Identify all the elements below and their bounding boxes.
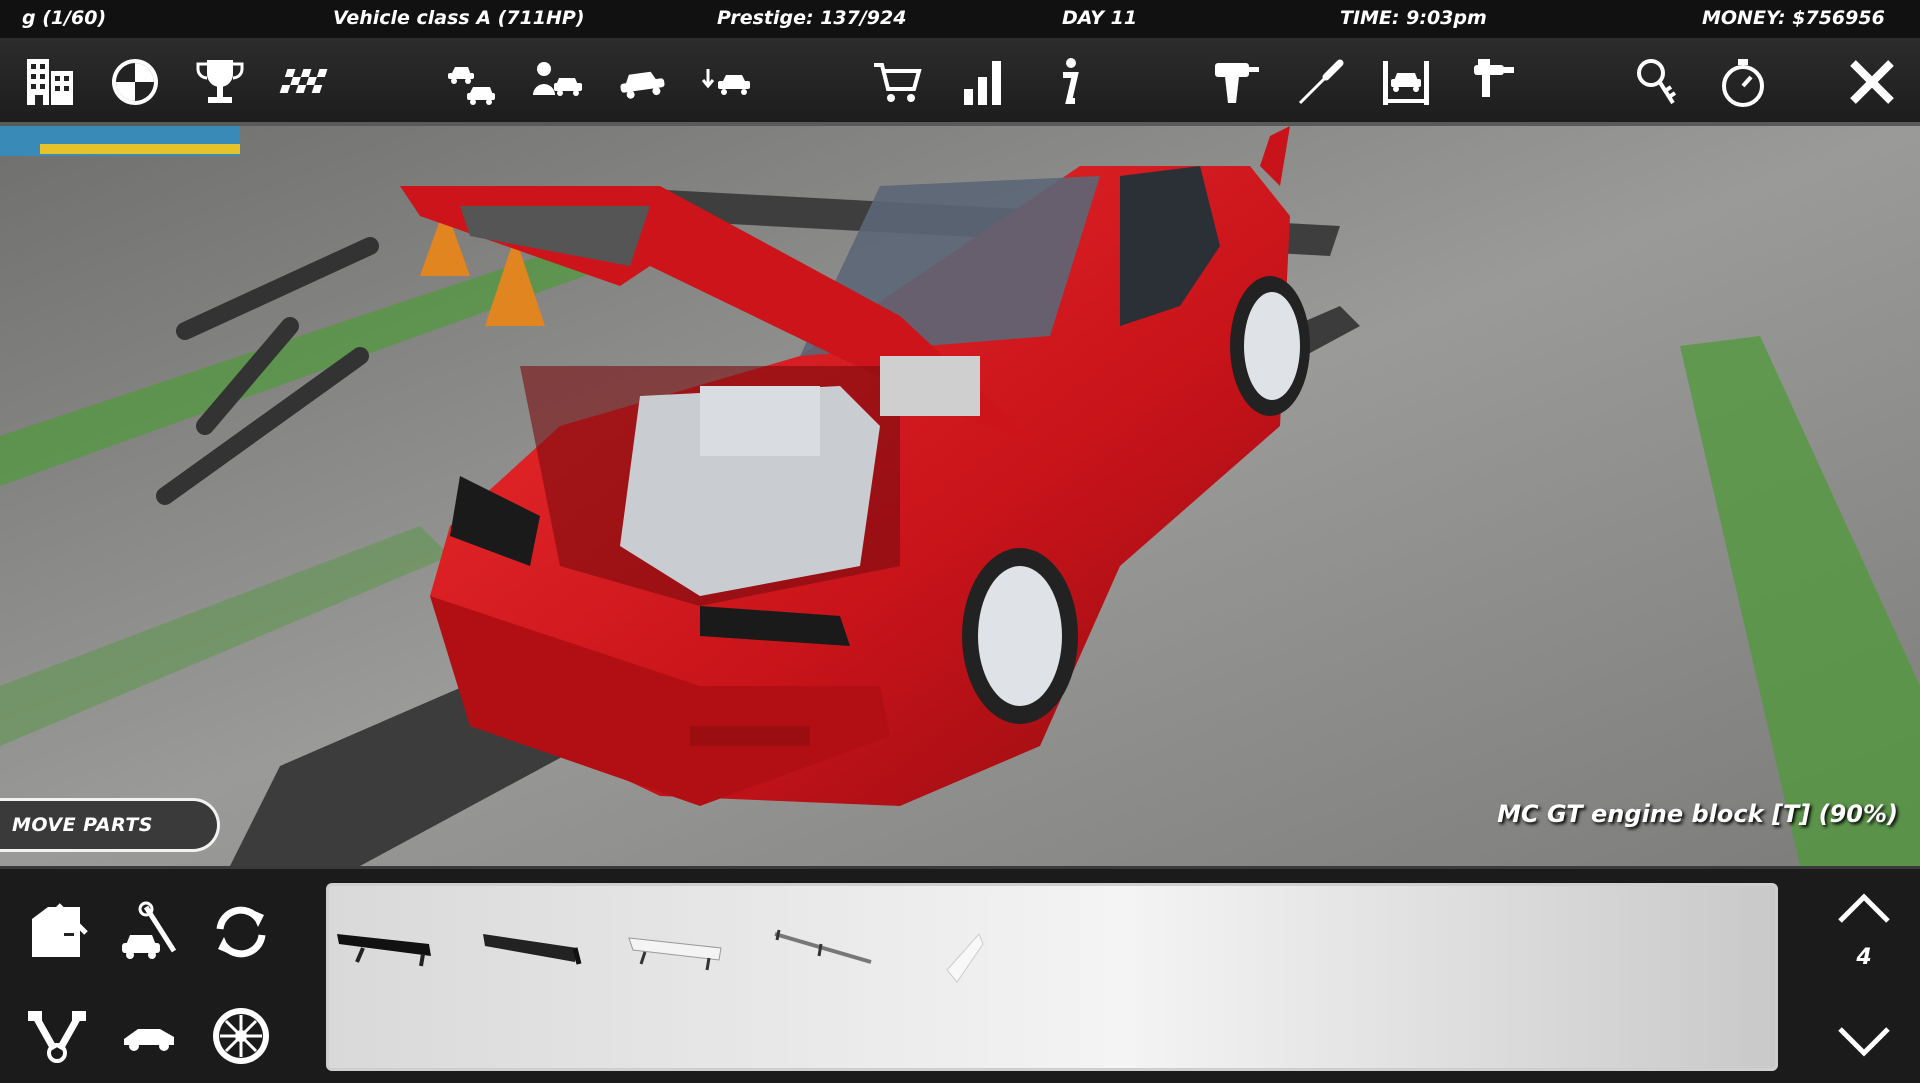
car-swap-icon[interactable] xyxy=(697,52,757,112)
money: MONEY: $756956 xyxy=(1702,7,1885,29)
prestige: Prestige: 137/924 xyxy=(717,7,907,29)
car-keys-icon[interactable] xyxy=(1628,52,1688,112)
chevron-up-icon xyxy=(1838,893,1890,923)
mission-counter: g (1/60) xyxy=(22,7,107,29)
garage-scene-render xyxy=(0,126,1920,866)
car-repair-icon[interactable] xyxy=(110,893,188,971)
parts-pager: 4 xyxy=(1808,869,1920,1083)
main-toolbar xyxy=(0,38,1920,126)
checkered-flag-icon[interactable] xyxy=(275,52,335,112)
car-crash-icon[interactable] xyxy=(612,52,672,112)
garage-building-icon[interactable] xyxy=(20,52,80,112)
part-spoiler-white-lip[interactable] xyxy=(917,904,1037,984)
shopping-cart-icon[interactable] xyxy=(868,52,928,112)
selected-part-label: MC GT engine block [T] (90%) xyxy=(1497,800,1898,828)
part-spoiler-black-flat[interactable] xyxy=(479,904,599,984)
part-spoiler-white[interactable] xyxy=(625,904,745,984)
move-parts-button[interactable]: MOVE PARTS xyxy=(0,798,220,852)
time: TIME: 9:03pm xyxy=(1340,7,1487,29)
car-door-icon[interactable] xyxy=(18,893,96,971)
wheel-icon[interactable] xyxy=(105,52,165,112)
refresh-icon[interactable] xyxy=(202,893,280,971)
screwdriver-icon[interactable] xyxy=(1291,52,1351,112)
rim-icon[interactable] xyxy=(202,997,280,1075)
chevron-down-icon xyxy=(1838,1027,1890,1057)
car-dealer-icon[interactable] xyxy=(527,52,587,112)
day-counter: DAY 11 xyxy=(1062,7,1138,29)
page-up-button[interactable] xyxy=(1834,889,1894,929)
car-lift-icon[interactable] xyxy=(1376,52,1436,112)
drill-icon[interactable] xyxy=(1206,52,1266,112)
part-spoiler-thin-wing[interactable] xyxy=(771,904,891,984)
cars-stack-icon[interactable] xyxy=(442,52,502,112)
info-icon[interactable] xyxy=(1038,52,1098,112)
bottom-panel: 4 xyxy=(0,866,1920,1083)
page-number: 4 xyxy=(1856,945,1872,970)
paint-gun-icon[interactable] xyxy=(1461,52,1521,112)
stats-bars-icon[interactable] xyxy=(953,52,1013,112)
stopwatch-icon[interactable] xyxy=(1713,52,1773,112)
garage-scene[interactable]: MOVE PARTS MC GT engine block [T] (90%) xyxy=(0,126,1920,866)
trophy-icon[interactable] xyxy=(190,52,250,112)
car-body-icon[interactable] xyxy=(110,997,188,1075)
vehicle-class: Vehicle class A (711HP) xyxy=(333,7,585,29)
parts-list xyxy=(326,883,1778,1071)
status-bar: g (1/60) Vehicle class A (711HP) Prestig… xyxy=(0,0,1920,38)
page-down-button[interactable] xyxy=(1834,1021,1894,1061)
part-spoiler-black-large[interactable] xyxy=(333,904,453,984)
close-icon[interactable] xyxy=(1842,52,1902,112)
engine-icon[interactable] xyxy=(18,997,96,1075)
